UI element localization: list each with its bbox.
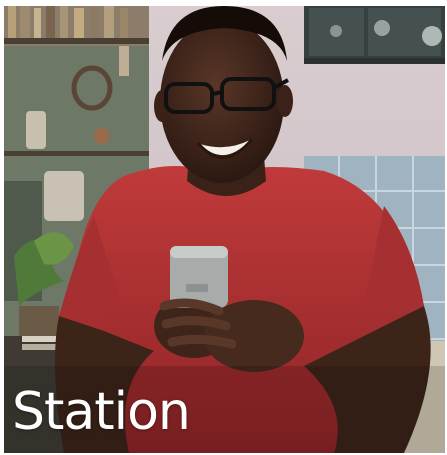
tile-caption: Station <box>12 382 191 442</box>
app-tile[interactable]: Station <box>4 6 445 453</box>
